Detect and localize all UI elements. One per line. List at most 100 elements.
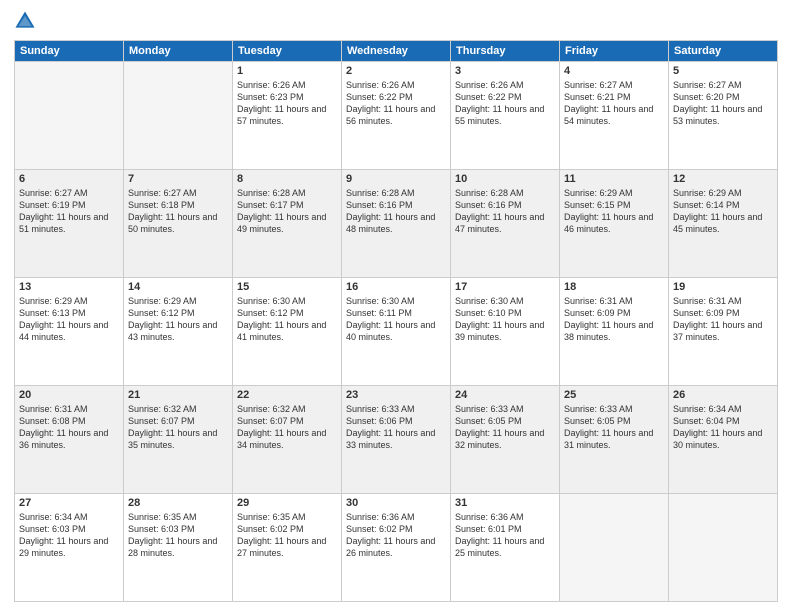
day-info: Sunrise: 6:33 AM Sunset: 6:05 PM Dayligh… <box>455 403 555 452</box>
day-info: Sunrise: 6:29 AM Sunset: 6:12 PM Dayligh… <box>128 295 228 344</box>
calendar-cell: 10 Sunrise: 6:28 AM Sunset: 6:16 PM Dayli… <box>451 170 560 278</box>
calendar-cell: 18 Sunrise: 6:31 AM Sunset: 6:09 PM Dayli… <box>560 278 669 386</box>
calendar-week-row: 13 Sunrise: 6:29 AM Sunset: 6:13 PM Dayli… <box>15 278 778 386</box>
calendar-week-row: 6Sunrise: 6:27 AM Sunset: 6:19 PM Daylig… <box>15 170 778 278</box>
day-info: Sunrise: 6:26 AM Sunset: 6:22 PM Dayligh… <box>346 79 446 128</box>
day-number: 17 <box>455 281 555 293</box>
day-info: Sunrise: 6:32 AM Sunset: 6:07 PM Dayligh… <box>237 403 337 452</box>
day-info: Sunrise: 6:28 AM Sunset: 6:16 PM Dayligh… <box>455 187 555 236</box>
calendar-header-sunday: Sunday <box>15 41 124 62</box>
day-number: 26 <box>673 389 773 401</box>
day-number: 28 <box>128 497 228 509</box>
day-info: Sunrise: 6:33 AM Sunset: 6:05 PM Dayligh… <box>564 403 664 452</box>
day-number: 29 <box>237 497 337 509</box>
day-number: 10 <box>455 173 555 185</box>
day-info: Sunrise: 6:26 AM Sunset: 6:22 PM Dayligh… <box>455 79 555 128</box>
calendar-cell: 28 Sunrise: 6:35 AM Sunset: 6:03 PM Dayli… <box>124 494 233 602</box>
calendar-cell: 12 Sunrise: 6:29 AM Sunset: 6:14 PM Dayli… <box>669 170 778 278</box>
day-info: Sunrise: 6:30 AM Sunset: 6:12 PM Dayligh… <box>237 295 337 344</box>
calendar-cell: 26 Sunrise: 6:34 AM Sunset: 6:04 PM Dayli… <box>669 386 778 494</box>
calendar-cell <box>124 62 233 170</box>
calendar-header-monday: Monday <box>124 41 233 62</box>
day-number: 6 <box>19 173 119 185</box>
day-info: Sunrise: 6:30 AM Sunset: 6:11 PM Dayligh… <box>346 295 446 344</box>
day-info: Sunrise: 6:28 AM Sunset: 6:17 PM Dayligh… <box>237 187 337 236</box>
calendar-cell: 7 Sunrise: 6:27 AM Sunset: 6:18 PM Daylig… <box>124 170 233 278</box>
day-info: Sunrise: 6:35 AM Sunset: 6:02 PM Dayligh… <box>237 511 337 560</box>
day-number: 1 <box>237 65 337 77</box>
day-number: 9 <box>346 173 446 185</box>
day-number: 18 <box>564 281 664 293</box>
page: SundayMondayTuesdayWednesdayThursdayFrid… <box>0 0 792 612</box>
calendar-cell: 4 Sunrise: 6:27 AM Sunset: 6:21 PM Daylig… <box>560 62 669 170</box>
calendar-cell: 2Sunrise: 6:26 AM Sunset: 6:22 PM Daylig… <box>342 62 451 170</box>
day-number: 15 <box>237 281 337 293</box>
day-info: Sunrise: 6:31 AM Sunset: 6:08 PM Dayligh… <box>19 403 119 452</box>
header <box>14 10 778 32</box>
day-number: 24 <box>455 389 555 401</box>
calendar-header-thursday: Thursday <box>451 41 560 62</box>
calendar-cell: 22 Sunrise: 6:32 AM Sunset: 6:07 PM Dayli… <box>233 386 342 494</box>
calendar-cell: 13 Sunrise: 6:29 AM Sunset: 6:13 PM Dayli… <box>15 278 124 386</box>
calendar-cell: 3 Sunrise: 6:26 AM Sunset: 6:22 PM Daylig… <box>451 62 560 170</box>
day-info: Sunrise: 6:35 AM Sunset: 6:03 PM Dayligh… <box>128 511 228 560</box>
day-info: Sunrise: 6:34 AM Sunset: 6:04 PM Dayligh… <box>673 403 773 452</box>
day-info: Sunrise: 6:27 AM Sunset: 6:18 PM Dayligh… <box>128 187 228 236</box>
day-info: Sunrise: 6:31 AM Sunset: 6:09 PM Dayligh… <box>673 295 773 344</box>
calendar-cell: 14 Sunrise: 6:29 AM Sunset: 6:12 PM Dayli… <box>124 278 233 386</box>
day-info: Sunrise: 6:31 AM Sunset: 6:09 PM Dayligh… <box>564 295 664 344</box>
day-number: 8 <box>237 173 337 185</box>
day-info: Sunrise: 6:29 AM Sunset: 6:15 PM Dayligh… <box>564 187 664 236</box>
calendar-cell: 11 Sunrise: 6:29 AM Sunset: 6:15 PM Dayli… <box>560 170 669 278</box>
calendar-header-row: SundayMondayTuesdayWednesdayThursdayFrid… <box>15 41 778 62</box>
day-info: Sunrise: 6:30 AM Sunset: 6:10 PM Dayligh… <box>455 295 555 344</box>
day-number: 30 <box>346 497 446 509</box>
calendar-cell: 1Sunrise: 6:26 AM Sunset: 6:23 PM Daylig… <box>233 62 342 170</box>
calendar-cell: 15 Sunrise: 6:30 AM Sunset: 6:12 PM Dayli… <box>233 278 342 386</box>
calendar-week-row: 1Sunrise: 6:26 AM Sunset: 6:23 PM Daylig… <box>15 62 778 170</box>
day-number: 27 <box>19 497 119 509</box>
day-number: 3 <box>455 65 555 77</box>
calendar-cell <box>669 494 778 602</box>
calendar-cell: 17 Sunrise: 6:30 AM Sunset: 6:10 PM Dayli… <box>451 278 560 386</box>
day-info: Sunrise: 6:29 AM Sunset: 6:14 PM Dayligh… <box>673 187 773 236</box>
day-number: 14 <box>128 281 228 293</box>
calendar-cell: 6Sunrise: 6:27 AM Sunset: 6:19 PM Daylig… <box>15 170 124 278</box>
calendar-header-wednesday: Wednesday <box>342 41 451 62</box>
day-number: 4 <box>564 65 664 77</box>
day-number: 23 <box>346 389 446 401</box>
calendar-cell: 24 Sunrise: 6:33 AM Sunset: 6:05 PM Dayli… <box>451 386 560 494</box>
day-number: 16 <box>346 281 446 293</box>
day-info: Sunrise: 6:28 AM Sunset: 6:16 PM Dayligh… <box>346 187 446 236</box>
day-number: 5 <box>673 65 773 77</box>
calendar-cell <box>560 494 669 602</box>
day-number: 20 <box>19 389 119 401</box>
day-number: 11 <box>564 173 664 185</box>
calendar-header-tuesday: Tuesday <box>233 41 342 62</box>
day-number: 7 <box>128 173 228 185</box>
day-info: Sunrise: 6:34 AM Sunset: 6:03 PM Dayligh… <box>19 511 119 560</box>
day-info: Sunrise: 6:29 AM Sunset: 6:13 PM Dayligh… <box>19 295 119 344</box>
day-number: 13 <box>19 281 119 293</box>
day-number: 31 <box>455 497 555 509</box>
calendar-cell: 21Sunrise: 6:32 AM Sunset: 6:07 PM Dayli… <box>124 386 233 494</box>
day-number: 12 <box>673 173 773 185</box>
calendar-cell: 31 Sunrise: 6:36 AM Sunset: 6:01 PM Dayli… <box>451 494 560 602</box>
day-info: Sunrise: 6:36 AM Sunset: 6:01 PM Dayligh… <box>455 511 555 560</box>
logo <box>14 10 40 32</box>
calendar-cell: 5 Sunrise: 6:27 AM Sunset: 6:20 PM Daylig… <box>669 62 778 170</box>
calendar-header-friday: Friday <box>560 41 669 62</box>
calendar-cell: 30Sunrise: 6:36 AM Sunset: 6:02 PM Dayli… <box>342 494 451 602</box>
day-info: Sunrise: 6:27 AM Sunset: 6:21 PM Dayligh… <box>564 79 664 128</box>
calendar-cell: 9 Sunrise: 6:28 AM Sunset: 6:16 PM Daylig… <box>342 170 451 278</box>
calendar-cell <box>15 62 124 170</box>
day-number: 21 <box>128 389 228 401</box>
calendar-cell: 16 Sunrise: 6:30 AM Sunset: 6:11 PM Dayli… <box>342 278 451 386</box>
day-number: 22 <box>237 389 337 401</box>
day-info: Sunrise: 6:33 AM Sunset: 6:06 PM Dayligh… <box>346 403 446 452</box>
calendar-cell: 27 Sunrise: 6:34 AM Sunset: 6:03 PM Dayli… <box>15 494 124 602</box>
day-info: Sunrise: 6:27 AM Sunset: 6:20 PM Dayligh… <box>673 79 773 128</box>
day-number: 19 <box>673 281 773 293</box>
day-number: 25 <box>564 389 664 401</box>
calendar-cell: 19 Sunrise: 6:31 AM Sunset: 6:09 PM Dayli… <box>669 278 778 386</box>
